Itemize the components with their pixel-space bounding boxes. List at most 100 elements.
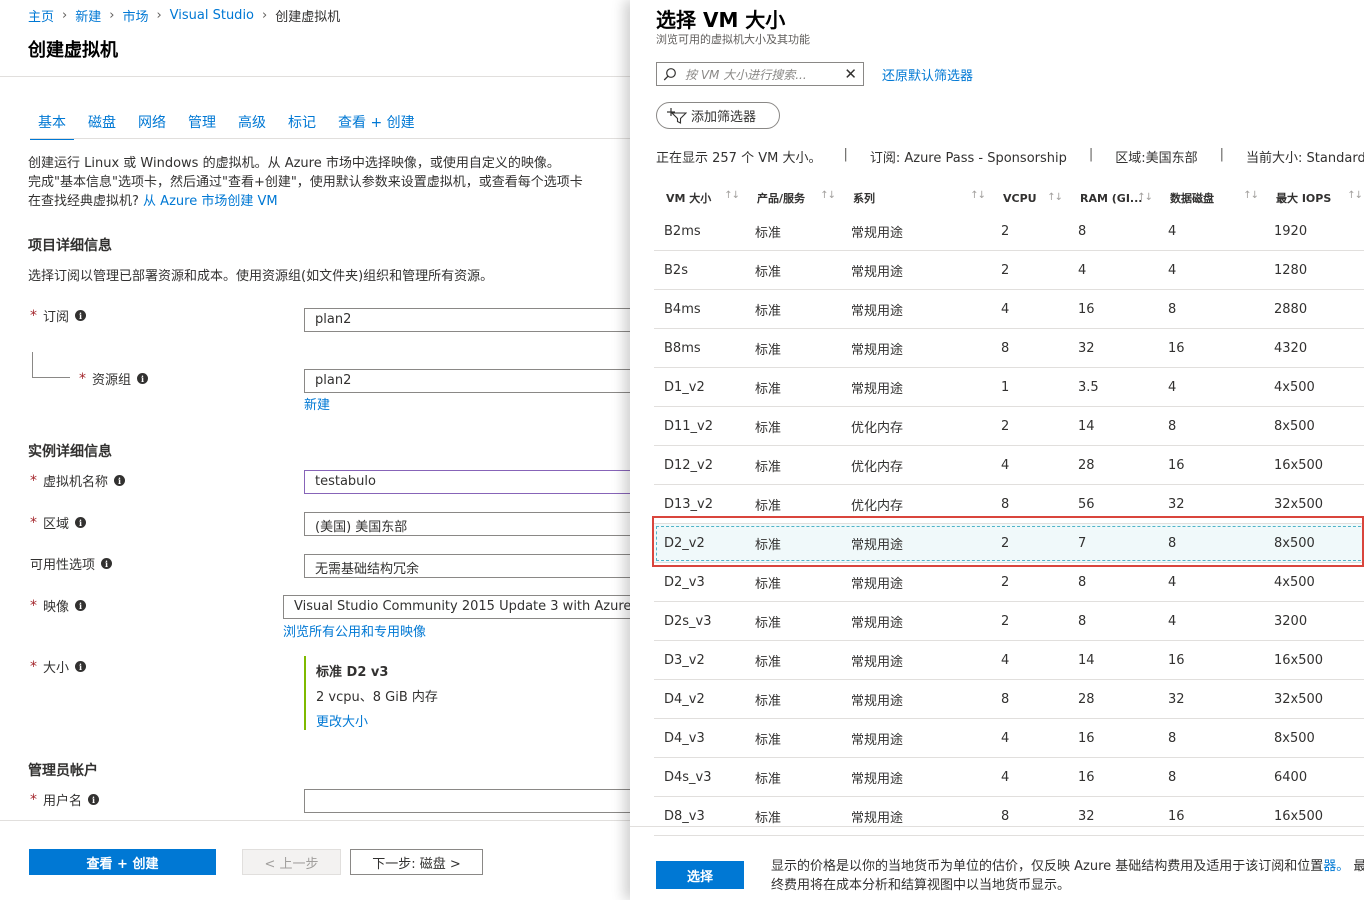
info-icon[interactable]: i bbox=[114, 475, 126, 486]
cell-offering: 标准 bbox=[755, 420, 782, 436]
cell-data-disks: 8 bbox=[1168, 418, 1177, 434]
change-size-link[interactable]: 更改大小 bbox=[316, 711, 504, 730]
cell-data-disks: 4 bbox=[1168, 613, 1177, 629]
column-header-vm-size[interactable]: VM 大小 ↑↓ bbox=[654, 190, 745, 206]
classic-vm-link[interactable]: 从 Azure 市场创建 VM bbox=[143, 194, 278, 209]
cell-max-iops: 4x500 bbox=[1274, 574, 1315, 590]
column-header-offering[interactable]: 产品/服务 ↑↓ bbox=[745, 190, 841, 206]
column-header-data-disks[interactable]: 数据磁盘 ↑↓ bbox=[1158, 190, 1264, 206]
column-label: 最大 IOPS bbox=[1276, 192, 1332, 205]
info-icon[interactable]: i bbox=[75, 310, 87, 321]
intro-line-1: 创建运行 Linux 或 Windows 的虚拟机。从 Azure 市场中选择映… bbox=[28, 156, 560, 171]
tree-connector bbox=[32, 352, 70, 378]
resource-group-label-text: 资源组 bbox=[92, 373, 132, 388]
reset-filters-link[interactable]: 还原默认筛选器 bbox=[882, 65, 973, 84]
cell-vcpu: 8 bbox=[1001, 496, 1010, 512]
cell-max-iops: 32x500 bbox=[1274, 496, 1324, 512]
results-status: 正在显示 257 个 VM 大小。 | 订阅: Azure Pass - Spo… bbox=[656, 147, 1364, 166]
cell-ram: 7 bbox=[1078, 535, 1087, 551]
subscription-select[interactable]: plan2 bbox=[304, 308, 630, 332]
tab-disks[interactable]: 磁盘 bbox=[80, 112, 124, 140]
availability-label: 可用性选项 i bbox=[30, 554, 113, 573]
required-asterisk: * bbox=[30, 791, 37, 808]
column-label: 系列 bbox=[853, 192, 875, 205]
cell-ram: 4 bbox=[1078, 262, 1087, 278]
next-disks-button[interactable]: 下一步: 磁盘 > bbox=[350, 849, 483, 875]
table-row[interactable]: D2_v2 标准 常规用途 2 7 8 8x500 bbox=[654, 524, 1364, 563]
disclaimer-link[interactable]: 器。 bbox=[1323, 859, 1349, 874]
browse-images-link[interactable]: 浏览所有公用和专用映像 bbox=[283, 621, 426, 640]
cell-data-disks: 8 bbox=[1168, 730, 1177, 746]
availability-select[interactable]: 无需基础结构冗余 bbox=[304, 554, 630, 578]
breadcrumb-home[interactable]: 主页 bbox=[28, 6, 54, 25]
table-row[interactable]: D1_v2 标准 常规用途 1 3.5 4 4x500 bbox=[654, 368, 1364, 407]
table-row[interactable]: D12_v2 标准 优化内存 4 28 16 16x500 bbox=[654, 446, 1364, 485]
select-button[interactable]: 选择 bbox=[656, 861, 744, 889]
cell-max-iops: 8x500 bbox=[1274, 535, 1315, 551]
vm-size-search[interactable]: 按 VM 大小进行搜索... ✕ bbox=[656, 62, 864, 86]
create-new-resource-group-link[interactable]: 新建 bbox=[304, 394, 330, 413]
review-create-button[interactable]: 查看 + 创建 bbox=[29, 849, 216, 875]
cell-vm-size: D2s_v3 bbox=[664, 613, 712, 629]
column-header-ram[interactable]: RAM (GI... ↑↓ bbox=[1068, 192, 1158, 205]
table-row[interactable]: B2s 标准 常规用途 2 4 4 1280 bbox=[654, 251, 1364, 290]
cell-vm-size: D4s_v3 bbox=[664, 769, 712, 785]
cell-family: 常规用途 bbox=[851, 732, 904, 748]
cell-offering: 标准 bbox=[755, 225, 782, 241]
tab-tags[interactable]: 标记 bbox=[280, 112, 324, 140]
cell-max-iops: 3200 bbox=[1274, 613, 1308, 629]
chevron-right-icon: › bbox=[262, 8, 268, 23]
breadcrumb-marketplace[interactable]: 市场 bbox=[122, 6, 148, 25]
cell-vcpu: 4 bbox=[1001, 730, 1010, 746]
table-row[interactable]: D4_v2 标准 常规用途 8 28 32 32x500 bbox=[654, 680, 1364, 719]
table-row[interactable]: B4ms 标准 常规用途 4 16 8 2880 bbox=[654, 290, 1364, 329]
disclaimer-text-1: 显示的价格是以你的当地货币为单位的估价，仅反映 Azure 基础结构费用及适用于… bbox=[771, 859, 1324, 874]
region-select[interactable]: (美国) 美国东部 bbox=[304, 512, 630, 536]
cell-family: 常规用途 bbox=[851, 225, 904, 241]
cell-offering: 标准 bbox=[755, 498, 782, 514]
cell-offering: 标准 bbox=[755, 810, 782, 826]
image-select[interactable]: Visual Studio Community 2015 Update 3 wi… bbox=[283, 595, 630, 619]
info-icon[interactable]: i bbox=[75, 517, 87, 528]
column-label: 产品/服务 bbox=[757, 192, 806, 205]
table-row[interactable]: B8ms 标准 常规用途 8 32 16 4320 bbox=[654, 329, 1364, 368]
table-row[interactable]: D8_v3 标准 常规用途 8 32 16 16x500 bbox=[654, 797, 1364, 836]
info-icon[interactable]: i bbox=[88, 794, 100, 805]
previous-button[interactable]: < 上一步 bbox=[242, 849, 341, 875]
cell-offering: 标准 bbox=[755, 303, 782, 319]
breadcrumb-visual-studio[interactable]: Visual Studio bbox=[170, 8, 254, 23]
column-label: RAM (GI... bbox=[1080, 191, 1143, 205]
table-row[interactable]: D11_v2 标准 优化内存 2 14 8 8x500 bbox=[654, 407, 1364, 446]
cell-vcpu: 2 bbox=[1001, 223, 1010, 239]
add-filter-button[interactable]: 添加筛选器 bbox=[656, 102, 780, 129]
cell-data-disks: 4 bbox=[1168, 262, 1177, 278]
tab-networking[interactable]: 网络 bbox=[130, 112, 174, 140]
status-region: 区域:美国东部 bbox=[1115, 151, 1198, 166]
table-row[interactable]: D13_v2 标准 优化内存 8 56 32 32x500 bbox=[654, 485, 1364, 524]
table-row[interactable]: D4s_v3 标准 常规用途 4 16 8 6400 bbox=[654, 758, 1364, 797]
info-icon[interactable]: i bbox=[101, 558, 113, 569]
username-input[interactable] bbox=[304, 789, 630, 813]
breadcrumb-new[interactable]: 新建 bbox=[75, 6, 101, 25]
tab-review-create[interactable]: 查看 + 创建 bbox=[330, 112, 423, 140]
image-label-text: 映像 bbox=[43, 600, 70, 615]
cell-offering: 标准 bbox=[755, 771, 782, 787]
table-row[interactable]: D4_v3 标准 常规用途 4 16 8 8x500 bbox=[654, 719, 1364, 758]
cell-data-disks: 32 bbox=[1168, 691, 1185, 707]
info-icon[interactable]: i bbox=[75, 661, 87, 672]
column-header-family[interactable]: 系列 ↑↓ bbox=[841, 190, 991, 206]
table-row[interactable]: D2s_v3 标准 常规用途 2 8 4 3200 bbox=[654, 602, 1364, 641]
tab-management[interactable]: 管理 bbox=[180, 112, 224, 140]
info-icon[interactable]: i bbox=[75, 600, 87, 611]
tab-basics[interactable]: 基本 bbox=[30, 112, 74, 140]
tab-advanced[interactable]: 高级 bbox=[230, 112, 274, 140]
resource-group-select[interactable]: plan2 bbox=[304, 369, 630, 393]
table-row[interactable]: D3_v2 标准 常规用途 4 14 16 16x500 bbox=[654, 641, 1364, 680]
column-header-vcpu[interactable]: VCPU ↑↓ bbox=[991, 192, 1068, 205]
info-icon[interactable]: i bbox=[137, 373, 149, 384]
table-row[interactable]: D2_v3 标准 常规用途 2 8 4 4x500 bbox=[654, 563, 1364, 602]
clear-search-icon[interactable]: ✕ bbox=[844, 65, 857, 83]
vm-name-input[interactable]: testabulo bbox=[304, 470, 630, 494]
table-row[interactable]: B2ms 标准 常规用途 2 8 4 1920 bbox=[654, 212, 1364, 251]
column-header-max-iops[interactable]: 最大 IOPS ↑↓ bbox=[1264, 190, 1364, 206]
